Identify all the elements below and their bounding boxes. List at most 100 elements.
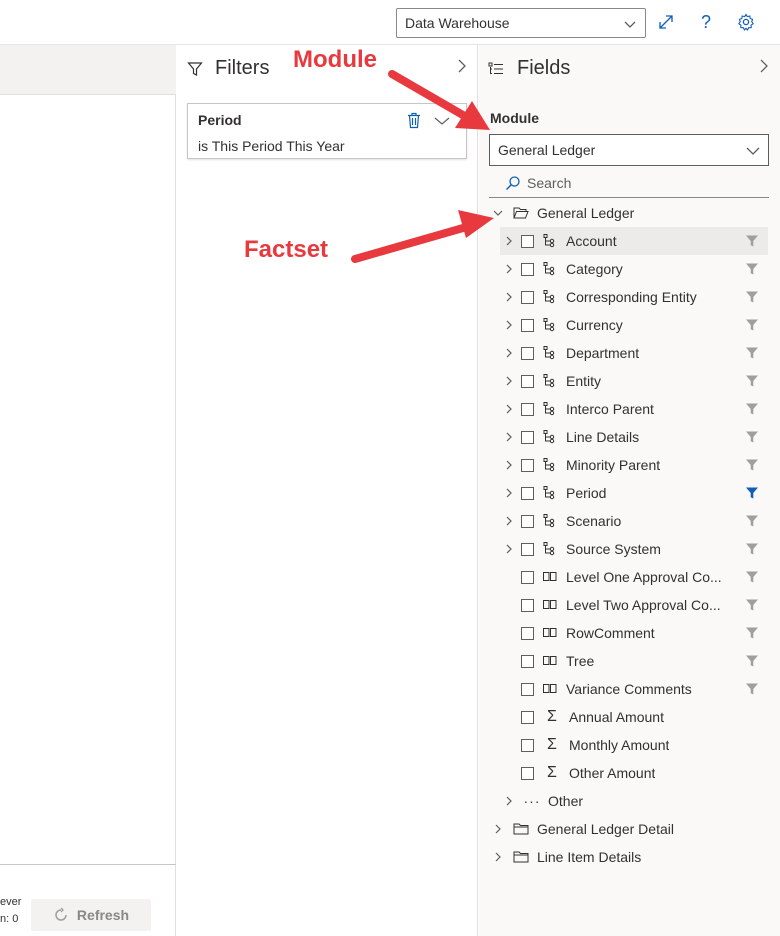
chevron-down-icon [746, 147, 760, 155]
field-checkbox[interactable] [521, 402, 534, 416]
folder-line-item-details[interactable]: Line Item Details [491, 843, 771, 871]
field-checkbox[interactable] [521, 262, 534, 276]
chevron-right-icon[interactable] [456, 58, 468, 74]
filter-active-icon[interactable] [744, 485, 760, 501]
field-item[interactable]: Account [500, 227, 768, 255]
folder-general-ledger-detail[interactable]: General Ledger Detail [491, 815, 771, 843]
refresh-icon [55, 907, 67, 921]
chevron-right-icon[interactable] [491, 850, 505, 864]
field-checkbox[interactable] [521, 654, 534, 668]
folder-general-ledger[interactable]: General Ledger [491, 199, 771, 227]
field-checkbox[interactable] [521, 542, 534, 556]
field-checkbox[interactable] [521, 682, 534, 696]
module-value: General Ledger [498, 142, 596, 158]
filter-icon[interactable] [744, 457, 760, 473]
filter-icon[interactable] [744, 653, 760, 669]
field-item[interactable]: Category [500, 255, 768, 283]
field-checkbox[interactable] [521, 374, 534, 388]
filter-icon[interactable] [744, 233, 760, 249]
field-checkbox[interactable] [521, 626, 534, 640]
chevron-right-icon[interactable] [758, 58, 770, 74]
field-label: Corresponding Entity [566, 289, 697, 305]
field-checkbox[interactable] [521, 234, 534, 248]
field-checkbox[interactable] [521, 738, 534, 752]
field-item[interactable]: Σ Annual Amount [500, 703, 768, 731]
field-label: Tree [566, 653, 595, 669]
filter-icon[interactable] [744, 345, 760, 361]
field-checkbox[interactable] [521, 290, 534, 304]
chevron-right-icon[interactable] [502, 430, 516, 444]
field-item[interactable]: Currency [500, 311, 768, 339]
chevron-right-icon[interactable] [491, 822, 505, 836]
chevron-right-icon[interactable] [502, 514, 516, 528]
filter-icon[interactable] [744, 317, 760, 333]
field-item[interactable]: Minority Parent [500, 451, 768, 479]
field-item[interactable]: Variance Comments [500, 675, 768, 703]
field-item[interactable]: Line Details [500, 423, 768, 451]
field-item[interactable]: Σ Other Amount [500, 759, 768, 787]
chevron-right-icon[interactable] [502, 318, 516, 332]
chevron-right-icon[interactable] [502, 290, 516, 304]
help-icon[interactable]: ? [696, 12, 716, 32]
field-checkbox[interactable] [521, 346, 534, 360]
field-item[interactable]: RowComment [500, 619, 768, 647]
field-item[interactable]: Σ Monthly Amount [500, 731, 768, 759]
chevron-right-icon[interactable] [502, 486, 516, 500]
field-checkbox[interactable] [521, 318, 534, 332]
folder-other[interactable]: ··· Other [502, 787, 762, 815]
filter-icon[interactable] [744, 625, 760, 641]
chevron-right-icon[interactable] [502, 458, 516, 472]
field-checkbox[interactable] [521, 486, 534, 500]
field-item[interactable]: Corresponding Entity [500, 283, 768, 311]
filter-icon[interactable] [744, 681, 760, 697]
field-item[interactable]: Interco Parent [500, 395, 768, 423]
field-item[interactable]: Entity [500, 367, 768, 395]
data-source-select[interactable]: Data Warehouse [396, 8, 646, 38]
filter-icon[interactable] [744, 401, 760, 417]
module-select[interactable]: General Ledger [489, 134, 769, 166]
field-checkbox[interactable] [521, 570, 534, 584]
field-item[interactable]: Scenario [500, 507, 768, 535]
chevron-right-icon[interactable] [502, 794, 516, 808]
field-checkbox[interactable] [521, 514, 534, 528]
filter-icon[interactable] [744, 373, 760, 389]
field-checkbox[interactable] [521, 710, 534, 724]
filter-icon[interactable] [744, 513, 760, 529]
field-item[interactable]: Period [500, 479, 768, 507]
settings-icon[interactable] [736, 12, 756, 32]
hierarchy-icon [542, 373, 558, 389]
divider [0, 864, 176, 865]
chevron-right-icon[interactable] [502, 542, 516, 556]
sigma-icon: Σ [547, 708, 557, 725]
chevron-down-icon[interactable] [491, 206, 505, 220]
chevron-right-icon[interactable] [502, 346, 516, 360]
chevron-down-icon[interactable] [434, 116, 450, 126]
filter-icon[interactable] [744, 289, 760, 305]
field-item[interactable]: Tree [500, 647, 768, 675]
chevron-right-icon[interactable] [502, 402, 516, 416]
filter-icon[interactable] [744, 541, 760, 557]
filter-card-period[interactable]: Period is This Period This Year [187, 103, 467, 159]
field-checkbox[interactable] [521, 430, 534, 444]
field-item[interactable]: Level Two Approval Co... [500, 591, 768, 619]
field-item[interactable]: Source System [500, 535, 768, 563]
field-item[interactable]: Department [500, 339, 768, 367]
refresh-button[interactable]: Refresh [31, 899, 151, 931]
field-item[interactable]: Level One Approval Co... [500, 563, 768, 591]
field-checkbox[interactable] [521, 598, 534, 612]
refresh-label: Refresh [76, 907, 130, 923]
filter-icon[interactable] [744, 569, 760, 585]
filter-icon[interactable] [744, 261, 760, 277]
expand-icon[interactable] [656, 12, 676, 32]
filter-icon[interactable] [744, 597, 760, 613]
field-checkbox[interactable] [521, 458, 534, 472]
report-header-strip [0, 45, 176, 95]
chevron-right-icon[interactable] [502, 262, 516, 276]
chevron-right-icon[interactable] [502, 374, 516, 388]
filter-icon[interactable] [744, 429, 760, 445]
delete-icon[interactable] [406, 112, 422, 129]
attribute-icon [542, 653, 558, 669]
field-search-input[interactable]: Search [489, 168, 769, 198]
chevron-right-icon[interactable] [502, 234, 516, 248]
field-checkbox[interactable] [521, 766, 534, 780]
